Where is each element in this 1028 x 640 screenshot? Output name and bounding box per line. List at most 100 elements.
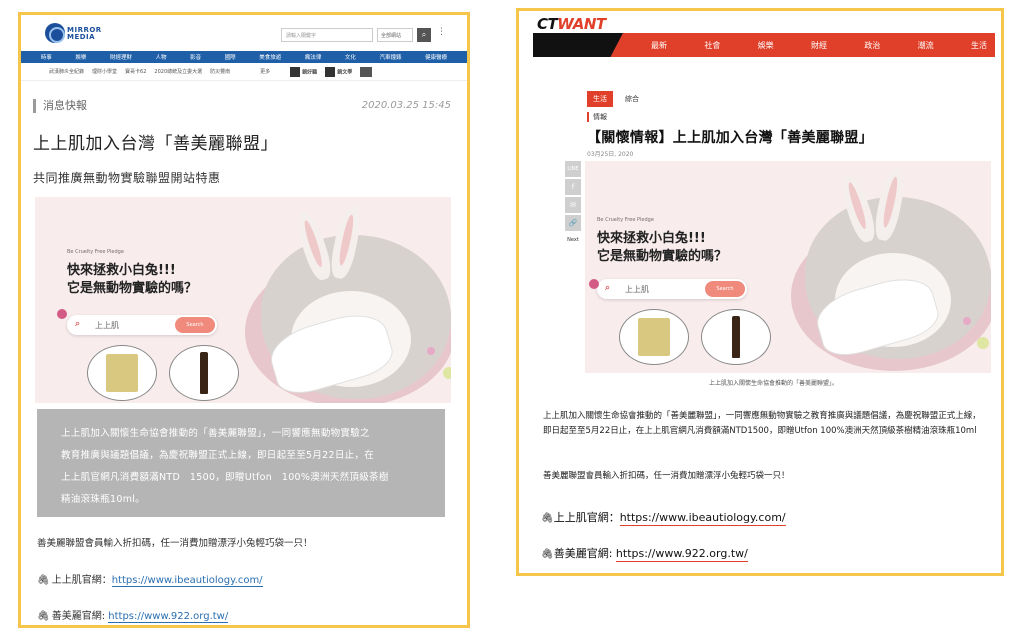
- link-row-922: 🖇善美麗官網: https://www.922.org.tw/: [541, 545, 748, 562]
- ct-nav-item[interactable]: 潮流: [918, 40, 934, 51]
- ibeautiology-link[interactable]: https://www.ibeautiology.com/: [111, 575, 263, 587]
- link-share-icon[interactable]: 🔗: [565, 215, 581, 231]
- mm-nav-item[interactable]: 健康醫療: [425, 53, 447, 61]
- mm-subnav-item[interactable]: 武漢肺炎全紀錄: [49, 68, 84, 75]
- more-vertical-icon[interactable]: ⋮: [437, 27, 446, 37]
- facebook-share-icon[interactable]: f: [565, 179, 581, 195]
- article-highlight-box: 上上肌加入關懷生命協會推動的「善美麗聯盟」，一同響應無動物實驗之 教育推廣與議題…: [37, 409, 445, 517]
- nav-accent: [533, 33, 623, 57]
- tag-primary[interactable]: 生活: [587, 91, 613, 107]
- article-category[interactable]: 消息快報: [33, 99, 87, 113]
- ct-main-nav: 最新 社會 娛樂 財經 政治 潮流 生活: [533, 33, 995, 57]
- info-label: 情報: [587, 112, 607, 122]
- ct-nav-item[interactable]: 財經: [811, 40, 827, 51]
- search-icon: ⌕: [605, 283, 611, 293]
- article-title: 上上肌加入台灣「善美麗聯盟」: [33, 134, 278, 154]
- ct-nav-item[interactable]: 社會: [704, 40, 720, 51]
- decor-dot: [443, 367, 451, 379]
- mm-nav-item[interactable]: 國際: [225, 53, 236, 61]
- decor-dot: [589, 279, 599, 289]
- mm-nav-item[interactable]: 瘋法律: [305, 53, 322, 61]
- hero-search-button: Search: [175, 317, 215, 333]
- decor-dot: [977, 337, 989, 349]
- partner-link-mirror-voice[interactable]: 鏡好聽: [290, 66, 317, 77]
- link-row-922: 🖇善美麗官網: https://www.922.org.tw/: [37, 607, 229, 623]
- wechat-share-icon[interactable]: ✉: [565, 197, 581, 213]
- hero-pledge-text: Be Cruelty Free Pledge: [67, 249, 124, 255]
- mm-nav-item[interactable]: 影音: [190, 53, 201, 61]
- article-body: 上上肌加入關懷生命協會推動的「善美麗聯盟」，一同響應無動物實驗之教育推廣與議題倡…: [543, 411, 981, 436]
- mm-nav-item[interactable]: 文化: [345, 53, 356, 61]
- mm-logo-text: MIRROR MEDIA: [67, 26, 102, 41]
- mm-nav-item[interactable]: 人物: [156, 53, 167, 61]
- article-title: 【關懷情報】上上肌加入台灣「善美麗聯盟」: [587, 130, 873, 146]
- paperclip-icon: 🖇: [541, 549, 554, 560]
- ctwant-logo[interactable]: CTWANT: [537, 15, 606, 33]
- ibeautiology-link[interactable]: https://www.ibeautiology.com/: [619, 511, 786, 526]
- hero-search-button: Search: [705, 281, 745, 297]
- mm-nav-item[interactable]: 美食旅遊: [259, 53, 281, 61]
- mm-subnav-item[interactable]: 防災豐南: [210, 68, 230, 75]
- oil-bottle-product: [200, 352, 208, 394]
- mm-search-select[interactable]: 全部網站: [377, 28, 413, 42]
- article-hero-image: Be Cruelty Free Pledge 快來拯救小白兔!!! 它是無動物實…: [585, 161, 991, 373]
- ctwant-screenshot: CTWANT 最新 社會 娛樂 財經 政治 潮流 生活 生活 綜合 情報 【關懷…: [516, 8, 1004, 576]
- ct-nav-item[interactable]: 娛樂: [758, 40, 774, 51]
- tea-bag-product: [106, 354, 138, 392]
- product-bag-circle: [87, 345, 157, 401]
- mm-search-input[interactable]: 請輸入關鍵字: [281, 28, 373, 42]
- ct-nav-item[interactable]: 政治: [864, 40, 880, 51]
- search-icon: ⌕: [75, 319, 81, 329]
- 922-link[interactable]: https://www.922.org.tw/: [615, 547, 748, 562]
- highlight-line: 上上肌加入關懷生命協會推動的「善美麗聯盟」，一同響應無動物實驗之: [61, 428, 370, 439]
- mm-subnav-item[interactable]: 寶哥卡62: [125, 68, 146, 75]
- next-article-button[interactable]: Next: [565, 233, 581, 247]
- line-share-icon[interactable]: LINE: [565, 161, 581, 177]
- article-paragraph: 善美麗聯盟會員輸入折扣碼，任一消費加贈漂浮小兔輕巧袋一只！: [543, 471, 790, 481]
- image-caption: 上上肌加入關懷生命協會推動的「善美麗聯盟」。: [709, 380, 839, 387]
- search-icon[interactable]: ⌕: [417, 28, 431, 42]
- mm-nav-item[interactable]: 娛樂: [75, 53, 86, 61]
- globe-icon: [45, 23, 65, 43]
- ad-thumbnail-icon[interactable]: [360, 66, 373, 77]
- paperclip-icon: 🖇: [37, 611, 50, 622]
- mm-nav-item[interactable]: 財經理財: [110, 53, 132, 61]
- link-row-ibeautiology: 🖇上上肌官網：https://www.ibeautiology.com/: [37, 571, 263, 587]
- mirror-media-screenshot: MIRROR MEDIA 請輸入關鍵字 全部網站 ⌕ ⋮ 時事 娛樂 財經理財 …: [18, 12, 470, 628]
- paperclip-icon: 🖇: [37, 575, 50, 586]
- mm-subnav-more[interactable]: 更多: [260, 68, 270, 75]
- mm-logo[interactable]: MIRROR MEDIA: [45, 23, 101, 45]
- mm-subnav-item[interactable]: 理財小學堂: [92, 68, 117, 75]
- article-paragraph: 善美麗聯盟會員輸入折扣碼，任一消費加贈漂浮小兔輕巧袋一只！: [37, 538, 313, 549]
- hero-headline-2: 它是無動物實驗的嗎？: [597, 249, 728, 264]
- mm-nav-item[interactable]: 汽車鐘錶: [379, 53, 401, 61]
- oil-bottle-product: [732, 316, 740, 358]
- article-hero-image: Be Cruelty Free Pledge 快來拯救小白兔!!! 它是無動物實…: [35, 197, 451, 403]
- 922-link[interactable]: https://www.922.org.tw/: [108, 611, 229, 623]
- article-subtitle: 共同推廣無動物實驗聯盟開站特惠: [33, 171, 221, 185]
- link-label: 上上肌官網：: [51, 575, 112, 586]
- product-bag-circle: [619, 309, 689, 365]
- book-icon: [325, 66, 336, 77]
- article-date: 03月25日, 2020: [587, 151, 634, 158]
- product-bottle-circle: [701, 309, 771, 365]
- hero-search-keyword: 上上肌: [95, 321, 119, 330]
- product-bottle-circle: [169, 345, 239, 401]
- tag-secondary[interactable]: 綜合: [625, 94, 639, 104]
- decor-dot: [963, 317, 971, 325]
- paperclip-icon: 🖇: [541, 513, 554, 524]
- mm-nav-item[interactable]: 時事: [41, 53, 52, 61]
- link-row-ibeautiology: 🖇上上肌官網：https://www.ibeautiology.com/: [541, 509, 786, 526]
- mm-main-nav: 時事 娛樂 財經理財 人物 影音 國際 美食旅遊 瘋法律 文化 汽車鐘錶 健康醫…: [21, 51, 467, 63]
- mm-sub-nav: 武漢肺炎全紀錄 理財小學堂 寶哥卡62 2020總統及立委大選 防災豐南 更多 …: [21, 63, 467, 81]
- highlight-line: 上上肌官網凡消費額滿NTD 1500，即贈Utfon 100%澳洲天然頂級茶樹: [61, 472, 389, 483]
- mm-subnav-item[interactable]: 2020總統及立委大選: [154, 68, 202, 75]
- ct-nav-item[interactable]: 生活: [971, 40, 987, 51]
- ct-nav-item[interactable]: 最新: [651, 40, 667, 51]
- hero-pledge-text: Be Cruelty Free Pledge: [597, 217, 654, 223]
- hero-headline-1: 快來拯救小白兔!!!: [67, 263, 176, 278]
- decor-dot: [427, 347, 435, 355]
- hero-search-bar: ⌕ 上上肌 Search: [67, 315, 217, 335]
- partner-link-mirror-fiction[interactable]: 鏡文學: [325, 66, 352, 77]
- hero-headline-1: 快來拯救小白兔!!!: [597, 231, 706, 246]
